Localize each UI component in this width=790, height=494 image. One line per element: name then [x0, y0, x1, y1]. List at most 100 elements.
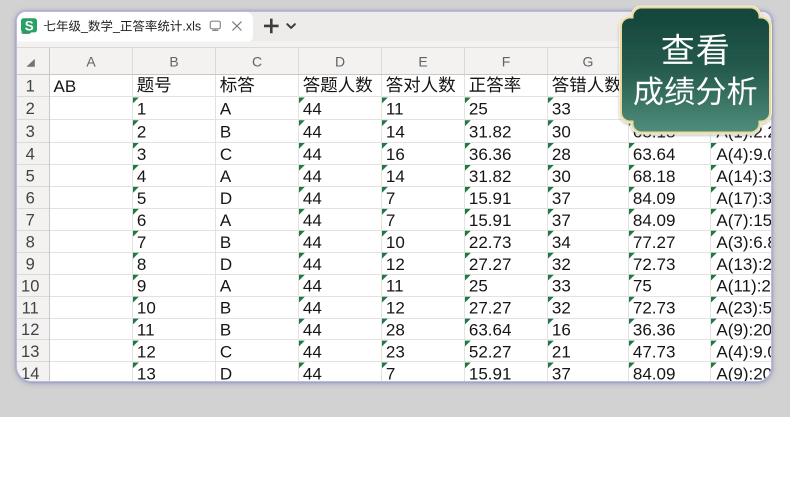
svg-text:G: G [582, 53, 593, 69]
svg-text:44: 44 [302, 320, 321, 339]
svg-text:44: 44 [302, 167, 321, 186]
svg-text:A(14):31.82: A(14):31.82 [716, 167, 771, 186]
svg-text:5: 5 [136, 188, 145, 207]
svg-text:30: 30 [551, 122, 570, 141]
svg-text:4: 4 [136, 167, 145, 186]
svg-text:.xls: .xls [182, 19, 201, 33]
svg-text:16: 16 [551, 320, 570, 339]
svg-text:11: 11 [136, 320, 154, 339]
svg-text:6: 6 [136, 210, 145, 229]
svg-text:8: 8 [25, 233, 34, 251]
svg-text:7: 7 [385, 364, 394, 381]
svg-text:15.91: 15.91 [468, 210, 511, 229]
svg-text:9: 9 [25, 255, 34, 273]
svg-text:12: 12 [385, 254, 404, 273]
svg-text:63.64: 63.64 [468, 320, 511, 339]
svg-text:28: 28 [551, 145, 570, 164]
svg-text:AB: AB [53, 76, 76, 95]
svg-text:_: _ [80, 19, 89, 33]
svg-text:1: 1 [136, 99, 145, 118]
svg-text:E: E [418, 53, 427, 69]
svg-text:63.64: 63.64 [632, 145, 675, 164]
svg-text:_: _ [111, 19, 120, 33]
svg-text:8: 8 [136, 254, 145, 273]
svg-text:52.27: 52.27 [468, 342, 511, 361]
svg-text:44: 44 [302, 232, 321, 251]
svg-text:2: 2 [136, 122, 145, 141]
svg-text:44: 44 [302, 276, 321, 295]
svg-text:A(11):25: A(11):25 [716, 276, 771, 295]
svg-text:A: A [219, 210, 231, 229]
svg-text:44: 44 [302, 99, 321, 118]
svg-text:A: A [219, 99, 231, 118]
svg-text:D: D [219, 254, 231, 273]
svg-text:A(9):20.45: A(9):20.45 [716, 364, 771, 381]
svg-text:44: 44 [302, 298, 321, 317]
svg-text:44: 44 [302, 342, 321, 361]
svg-text:31.82: 31.82 [468, 122, 511, 141]
svg-text:14: 14 [385, 167, 404, 186]
svg-text:3: 3 [25, 122, 34, 140]
svg-text:10: 10 [21, 277, 39, 295]
svg-text:25: 25 [468, 99, 487, 118]
svg-text:44: 44 [302, 188, 321, 207]
svg-text:27.27: 27.27 [468, 254, 511, 273]
svg-text:6: 6 [25, 189, 34, 207]
svg-text:32: 32 [551, 298, 570, 317]
svg-text:3: 3 [136, 145, 145, 164]
svg-text:32: 32 [551, 254, 570, 273]
svg-text:16: 16 [385, 145, 404, 164]
svg-text:36.36: 36.36 [632, 320, 675, 339]
svg-text:12: 12 [385, 298, 404, 317]
svg-text:B: B [219, 320, 230, 339]
svg-text:B: B [219, 122, 230, 141]
svg-text:14: 14 [385, 122, 404, 141]
svg-text:15.91: 15.91 [468, 188, 511, 207]
svg-text:A: A [219, 276, 231, 295]
svg-text:72.73: 72.73 [632, 298, 675, 317]
svg-text:7: 7 [136, 232, 145, 251]
svg-text:7: 7 [385, 188, 394, 207]
svg-text:37: 37 [551, 188, 570, 207]
svg-text:37: 37 [551, 364, 570, 381]
svg-text:S: S [24, 18, 33, 33]
svg-text:47.73: 47.73 [632, 342, 675, 361]
svg-text:22.73: 22.73 [468, 232, 511, 251]
svg-text:12: 12 [136, 342, 155, 361]
svg-text:5: 5 [25, 167, 34, 185]
svg-text:A: A [86, 53, 96, 69]
svg-text:7: 7 [25, 211, 34, 229]
svg-text:A: A [219, 167, 231, 186]
svg-text:12: 12 [21, 321, 39, 339]
svg-text:36.36: 36.36 [468, 145, 511, 164]
svg-text:44: 44 [302, 364, 321, 381]
svg-text:A(4):9.09: A(4):9.09 [716, 342, 771, 361]
svg-text:28: 28 [385, 320, 404, 339]
svg-text:33: 33 [551, 99, 570, 118]
svg-text:F: F [501, 53, 510, 69]
svg-text:7: 7 [385, 210, 394, 229]
svg-text:2: 2 [25, 100, 34, 118]
svg-text:B: B [169, 53, 178, 69]
svg-text:44: 44 [302, 210, 321, 229]
svg-text:30: 30 [551, 167, 570, 186]
svg-text:84.09: 84.09 [632, 210, 675, 229]
svg-text:11: 11 [385, 99, 403, 118]
svg-text:10: 10 [136, 298, 155, 317]
svg-text:A(17):38.64: A(17):38.64 [716, 188, 771, 207]
svg-text:44: 44 [302, 122, 321, 141]
svg-text:23: 23 [385, 342, 404, 361]
svg-text:A(4):9.09: A(4):9.09 [716, 145, 771, 164]
svg-text:A(13):29.55: A(13):29.55 [716, 254, 771, 273]
svg-text:21: 21 [551, 342, 570, 361]
svg-text:33: 33 [551, 276, 570, 295]
svg-text:9: 9 [136, 276, 145, 295]
svg-text:D: D [219, 364, 231, 381]
svg-text:68.18: 68.18 [632, 167, 675, 186]
svg-text:77.27: 77.27 [632, 232, 675, 251]
svg-text:A(7):15.91: A(7):15.91 [716, 210, 771, 229]
svg-text:15.91: 15.91 [468, 364, 511, 381]
svg-text:A(9):20.45: A(9):20.45 [716, 320, 771, 339]
svg-text:A(3):6.82: A(3):6.82 [716, 232, 771, 251]
svg-text:44: 44 [302, 145, 321, 164]
